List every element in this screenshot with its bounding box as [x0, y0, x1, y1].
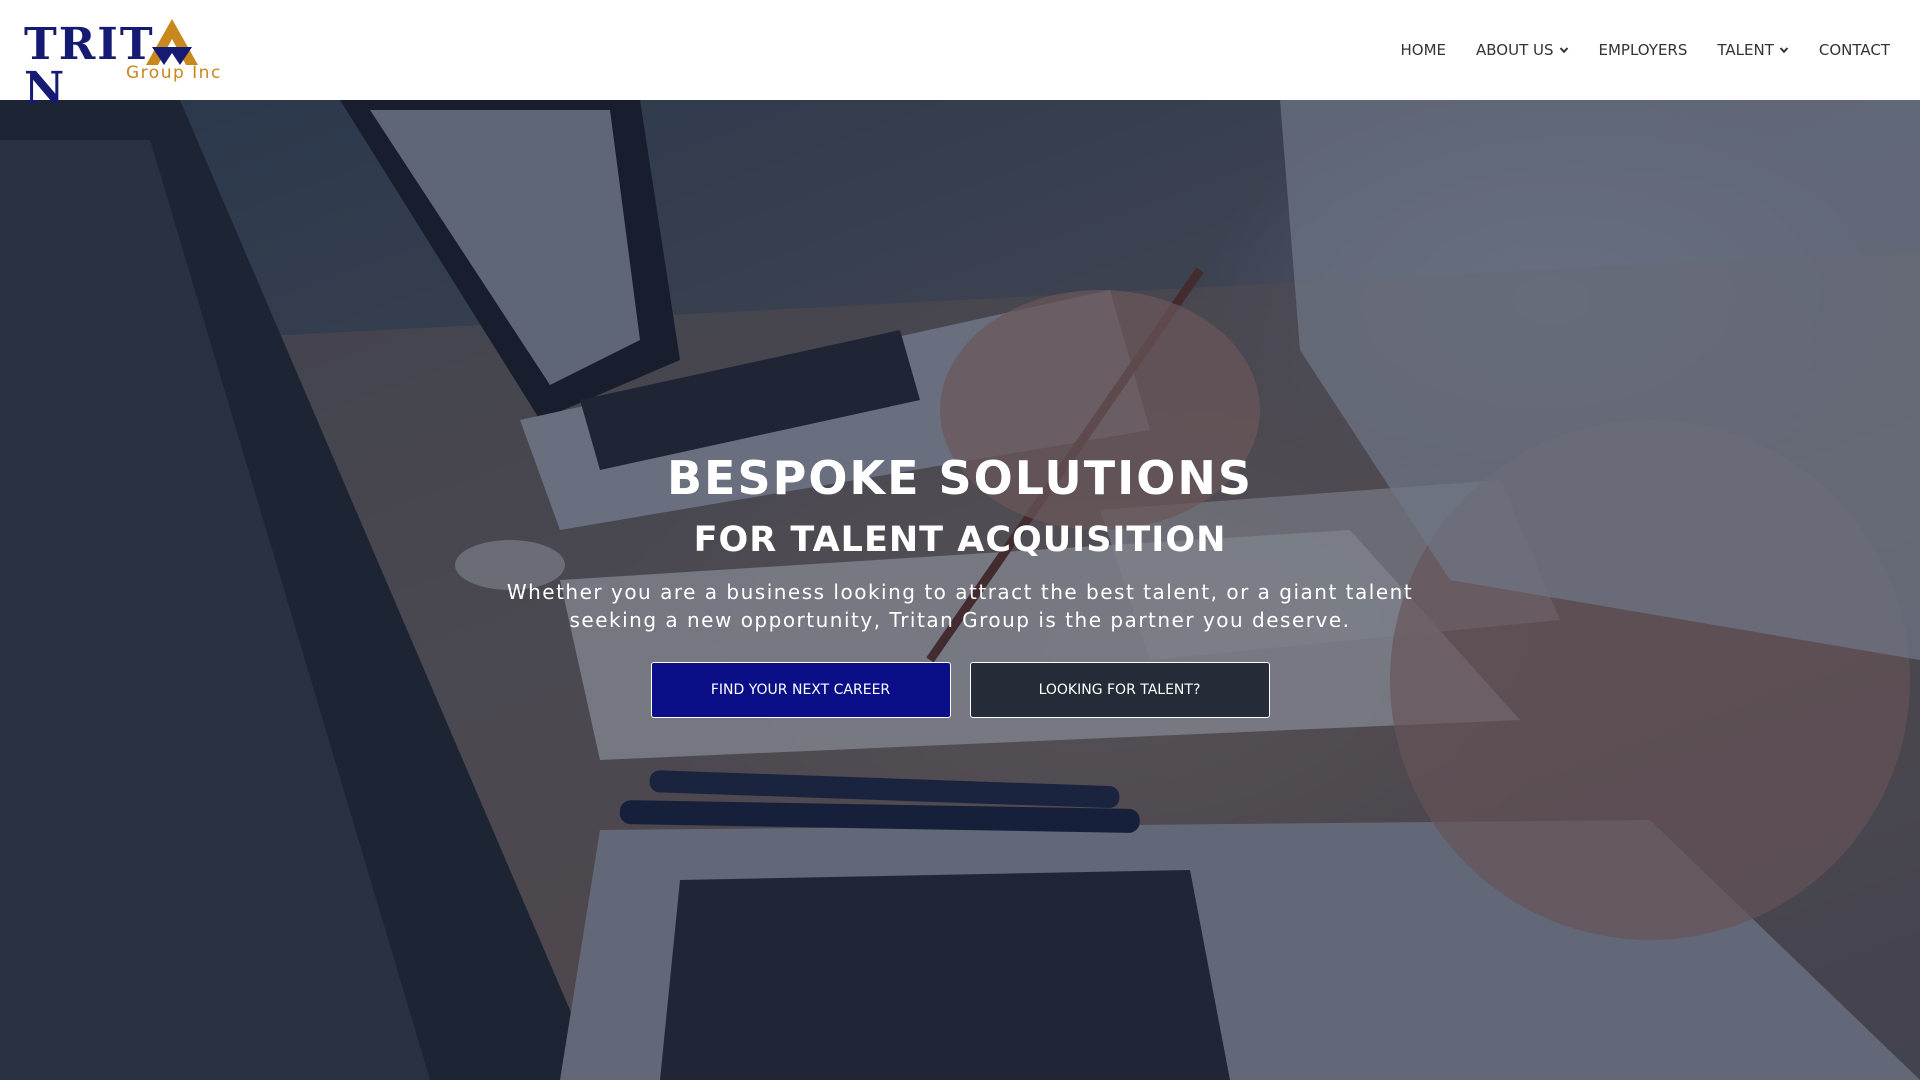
- hero-title: BESPOKE SOLUTIONS: [667, 451, 1253, 505]
- hero-section: BESPOKE SOLUTIONS FOR TALENT ACQUISITION…: [0, 100, 1920, 1080]
- nav-item-about-us[interactable]: ABOUT US: [1476, 41, 1569, 59]
- brand-logo[interactable]: TRITN Group Inc: [24, 17, 234, 111]
- hero-subtitle: FOR TALENT ACQUISITION: [693, 519, 1227, 560]
- nav-item-label: EMPLOYERS: [1598, 41, 1688, 59]
- main-nav: HOME ABOUT US EMPLOYERS TALENT CONTACT: [1400, 41, 1890, 59]
- nav-item-label: ABOUT US: [1476, 41, 1554, 59]
- nav-item-talent[interactable]: TALENT: [1717, 41, 1789, 59]
- nav-item-contact[interactable]: CONTACT: [1819, 41, 1890, 59]
- looking-for-talent-button[interactable]: LOOKING FOR TALENT?: [969, 661, 1270, 718]
- nav-item-label: CONTACT: [1818, 41, 1890, 59]
- nav-item-home[interactable]: HOME: [1400, 41, 1446, 59]
- nav-item-label: TALENT: [1717, 41, 1774, 59]
- site-header: TRITN Group Inc HOME ABOUT US EMPLOYERS …: [0, 0, 1920, 111]
- chevron-down-icon: [1779, 47, 1789, 54]
- logo-tagline: Group Inc: [126, 63, 222, 83]
- hero-buttons: FIND YOUR NEXT CAREER LOOKING FOR TALENT…: [650, 661, 1270, 718]
- hero-description: Whether you are a business looking to at…: [506, 579, 1414, 632]
- find-career-button[interactable]: FIND YOUR NEXT CAREER: [650, 661, 951, 718]
- nav-item-label: HOME: [1400, 41, 1446, 59]
- hero-content: BESPOKE SOLUTIONS FOR TALENT ACQUISITION…: [0, 100, 1920, 1080]
- nav-item-employers[interactable]: EMPLOYERS: [1599, 41, 1688, 59]
- logo-triangle-icon: [146, 19, 198, 65]
- chevron-down-icon: [1559, 47, 1568, 54]
